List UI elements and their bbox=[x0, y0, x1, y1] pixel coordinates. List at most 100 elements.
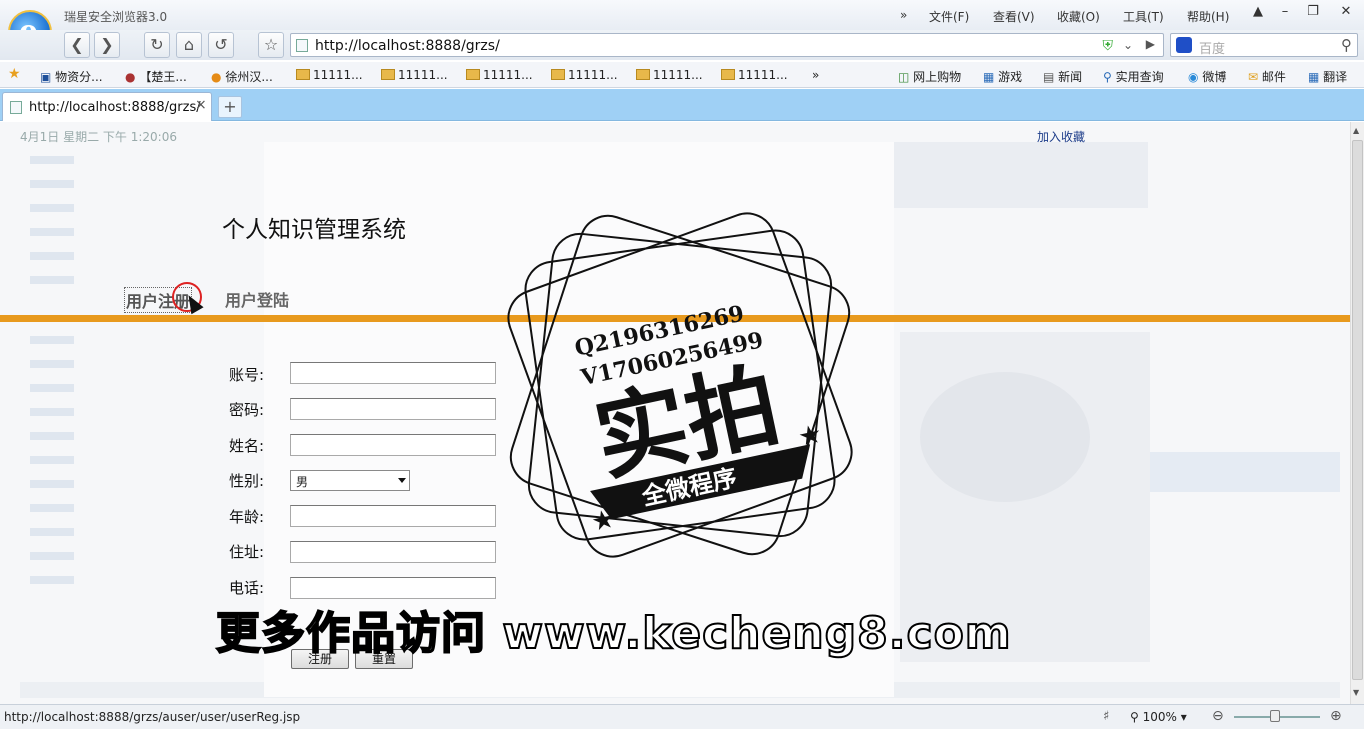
fav-item[interactable]: ● 徐州汉... bbox=[211, 68, 273, 85]
ghost-stripe bbox=[30, 252, 74, 260]
fav-weibo[interactable]: ◉ 微博 bbox=[1188, 68, 1226, 85]
fav-mail[interactable]: ✉ 邮件 bbox=[1248, 68, 1286, 85]
ghost-stripe bbox=[30, 432, 74, 440]
page-viewport: 4月1日 星期二 下午 1:20:06 加入收藏 个人知识管理系统 用户注册 用… bbox=[0, 122, 1350, 704]
favorites-bar: ★ ▣ 物资分... ● 【楚王... ● 徐州汉... 11111... 11… bbox=[0, 62, 1364, 88]
fav-folder[interactable]: 11111... bbox=[296, 68, 363, 82]
dropdown-arrow-icon bbox=[398, 478, 406, 483]
ghost-stripe bbox=[30, 408, 74, 416]
page-icon bbox=[296, 39, 308, 52]
scroll-thumb[interactable] bbox=[1352, 140, 1363, 680]
fav-folder[interactable]: 11111... bbox=[381, 68, 448, 82]
zoom-level[interactable]: ⚲ 100% ▾ bbox=[1130, 710, 1187, 724]
fav-folder[interactable]: 11111... bbox=[466, 68, 533, 82]
zoom-value: 100% bbox=[1142, 710, 1177, 724]
page-title: 个人知识管理系统 bbox=[222, 217, 406, 243]
speaker-icon[interactable]: ♯ bbox=[1103, 709, 1109, 724]
menu-chevron[interactable]: » bbox=[900, 8, 907, 22]
fav-games[interactable]: ▦ 游戏 bbox=[983, 68, 1022, 85]
restore-icon[interactable]: ❐ bbox=[1300, 2, 1326, 24]
fav-shopping[interactable]: ◫ 网上购物 bbox=[898, 68, 961, 85]
folder-icon bbox=[721, 69, 735, 80]
ghost-stripe bbox=[30, 552, 74, 560]
fav-news[interactable]: ▤ 新闻 bbox=[1043, 68, 1082, 85]
back-icon[interactable]: ❮ bbox=[64, 32, 90, 58]
phone-input[interactable] bbox=[290, 577, 496, 599]
forward-icon[interactable]: ❯ bbox=[94, 32, 120, 58]
search-box[interactable]: 百度 ⚲ bbox=[1170, 33, 1358, 57]
tab-title: http://localhost:8888/grzs/ bbox=[29, 100, 201, 115]
dropdown-icon[interactable]: ⌄ bbox=[1123, 38, 1133, 52]
fav-label: 新闻 bbox=[1058, 70, 1083, 84]
search-placeholder[interactable]: 百度 bbox=[1199, 38, 1225, 57]
ghost-stripe bbox=[30, 504, 74, 512]
scroll-down-icon[interactable]: ▼ bbox=[1353, 688, 1359, 697]
ghost-stripe bbox=[30, 336, 74, 344]
ghost-stripe bbox=[30, 360, 74, 368]
ghost-stripe bbox=[30, 456, 74, 464]
tab-bar: http://localhost:8888/grzs/ × + bbox=[0, 89, 1364, 121]
address-input[interactable] bbox=[290, 541, 496, 563]
fav-more[interactable]: » bbox=[812, 68, 819, 82]
folder-icon bbox=[551, 69, 565, 80]
password-input[interactable] bbox=[290, 398, 496, 420]
home-icon[interactable]: ⌂ bbox=[176, 32, 202, 58]
zoom-out-icon[interactable]: ⊖ bbox=[1212, 708, 1224, 724]
ghost-stripe bbox=[30, 276, 74, 284]
tab-close-icon[interactable]: × bbox=[195, 97, 207, 113]
fav-translate[interactable]: ▦ 翻译 bbox=[1308, 68, 1347, 85]
nav-login-link[interactable]: 用户登陆 bbox=[225, 287, 289, 311]
zoom-in-icon[interactable]: ⊕ bbox=[1330, 708, 1342, 724]
close-window-icon[interactable]: ✕ bbox=[1333, 2, 1359, 24]
menu-favorites[interactable]: 收藏(O) bbox=[1057, 8, 1100, 25]
skin-icon[interactable]: ▲ bbox=[1245, 2, 1271, 24]
fav-item[interactable]: ▣ 物资分... bbox=[40, 68, 103, 85]
zoom-slider-thumb[interactable] bbox=[1270, 710, 1280, 722]
vertical-scrollbar[interactable]: ▲ ▼ bbox=[1350, 122, 1364, 704]
name-label: 姓名: bbox=[229, 437, 265, 455]
undo-icon[interactable]: ↺ bbox=[208, 32, 234, 58]
menu-file[interactable]: 文件(F) bbox=[929, 8, 969, 25]
ghost-stripe bbox=[30, 576, 74, 584]
menu-help[interactable]: 帮助(H) bbox=[1187, 8, 1229, 25]
folder-icon bbox=[296, 69, 310, 80]
favorites-star-icon[interactable]: ★ bbox=[8, 66, 21, 82]
gender-label: 性别: bbox=[229, 472, 265, 490]
account-input[interactable] bbox=[290, 362, 496, 384]
app-title: 瑞星安全浏览器3.0 bbox=[64, 10, 168, 24]
go-icon[interactable]: ▶ bbox=[1146, 37, 1155, 51]
translate-icon: ▦ bbox=[1308, 70, 1320, 84]
gamepad-icon: ▦ bbox=[983, 70, 995, 84]
cart-icon: ◫ bbox=[898, 70, 910, 84]
search-icon[interactable]: ⚲ bbox=[1341, 36, 1352, 54]
fav-label: 微博 bbox=[1202, 70, 1227, 84]
fav-query[interactable]: ⚲ 实用查询 bbox=[1103, 68, 1164, 85]
fav-folder[interactable]: 11111... bbox=[721, 68, 788, 82]
fav-label: 11111... bbox=[738, 68, 788, 82]
menu-view[interactable]: 查看(V) bbox=[993, 8, 1035, 25]
site-icon: ● bbox=[211, 70, 222, 84]
address-bar[interactable]: http://localhost:8888/grzs/ ⛨ ⌄ ▶ bbox=[290, 33, 1164, 57]
password-label: 密码: bbox=[229, 401, 265, 419]
name-input[interactable] bbox=[290, 434, 496, 456]
new-tab-button[interactable]: + bbox=[218, 96, 242, 118]
add-bookmark-link[interactable]: 加入收藏 bbox=[1037, 128, 1085, 145]
address-url[interactable]: http://localhost:8888/grzs/ bbox=[315, 38, 500, 54]
minimize-icon[interactable]: – bbox=[1272, 2, 1298, 24]
fav-folder[interactable]: 11111... bbox=[551, 68, 618, 82]
age-input[interactable] bbox=[290, 505, 496, 527]
ghost-stripe bbox=[30, 156, 74, 164]
folder-icon bbox=[636, 69, 650, 80]
fav-item[interactable]: ● 【楚王... bbox=[125, 68, 187, 85]
fav-label: 实用查询 bbox=[1115, 70, 1164, 84]
address-label: 住址: bbox=[229, 543, 265, 561]
ghost-panel bbox=[920, 372, 1090, 502]
fav-folder[interactable]: 11111... bbox=[636, 68, 703, 82]
ghost-stripe bbox=[30, 180, 74, 188]
refresh-icon[interactable]: ↻ bbox=[144, 32, 170, 58]
star-icon[interactable]: ☆ bbox=[258, 32, 284, 58]
scroll-up-icon[interactable]: ▲ bbox=[1353, 126, 1359, 135]
gender-select[interactable]: 男 bbox=[290, 470, 410, 491]
menu-tools[interactable]: 工具(T) bbox=[1123, 8, 1164, 25]
tab-current[interactable]: http://localhost:8888/grzs/ × bbox=[2, 92, 212, 121]
